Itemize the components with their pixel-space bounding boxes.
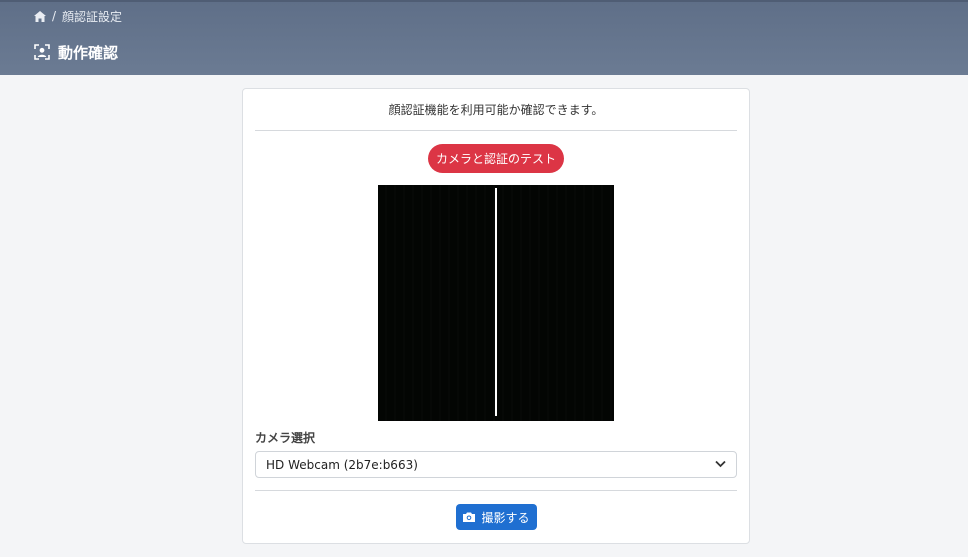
page-title: 動作確認 bbox=[34, 42, 118, 62]
camera-preview bbox=[378, 185, 614, 421]
camera-select-label: カメラ選択 bbox=[255, 431, 316, 445]
header-bar: / 顔認証設定 動作確認 bbox=[0, 0, 968, 75]
camera-select[interactable]: HD Webcam (2b7e:b663) bbox=[255, 451, 737, 478]
breadcrumb-current: 顔認証設定 bbox=[62, 9, 123, 24]
chevron-down-icon bbox=[715, 460, 726, 468]
divider-bottom bbox=[255, 490, 737, 491]
capture-button-label: 撮影する bbox=[481, 510, 530, 525]
capture-button[interactable]: 撮影する bbox=[456, 504, 537, 530]
breadcrumb: / 顔認証設定 bbox=[34, 8, 122, 24]
breadcrumb-separator: / bbox=[52, 9, 57, 23]
divider-top bbox=[255, 130, 737, 131]
camera-select-value: HD Webcam (2b7e:b663) bbox=[266, 457, 418, 472]
camera-test-button[interactable]: カメラと認証のテスト bbox=[428, 144, 564, 173]
preview-guide-line bbox=[495, 188, 497, 416]
home-icon[interactable] bbox=[34, 10, 46, 22]
test-card: 顔認証機能を利用可能か確認できます。 カメラと認証のテスト カメラ選択 HD W… bbox=[242, 88, 750, 544]
camera-icon bbox=[463, 512, 476, 522]
page-title-text: 動作確認 bbox=[58, 43, 119, 62]
face-scan-icon bbox=[34, 44, 50, 60]
description-text: 顔認証機能を利用可能か確認できます。 bbox=[388, 103, 604, 117]
